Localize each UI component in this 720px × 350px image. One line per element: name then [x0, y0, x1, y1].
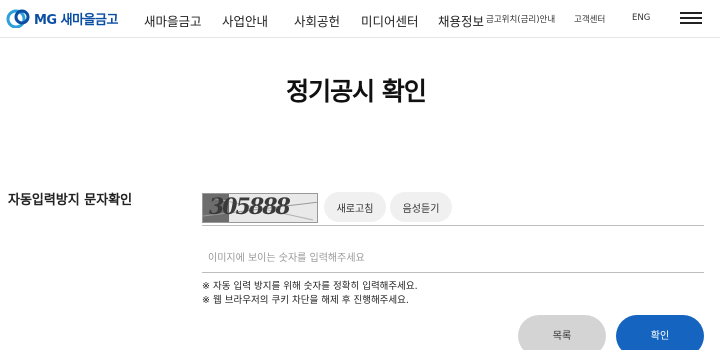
confirm-button[interactable]: 확인: [616, 315, 704, 350]
nav-item-social[interactable]: 사회공헌: [294, 11, 340, 30]
nav-item-saemaeul[interactable]: 새마을금고: [144, 11, 202, 30]
nav-item-locations[interactable]: 금고위치(금리)안내: [486, 13, 555, 25]
captcha-image: 305888: [202, 193, 318, 223]
logo-text: MG 새마을금고: [34, 12, 118, 28]
site-header: MG 새마을금고 새마을금고 사업안내 사회공헌 미디어센터 채용정보 금고위치…: [0, 0, 720, 38]
notice-text-2: ※ 웹 브라우저의 쿠키 차단을 해제 후 진행해주세요.: [202, 295, 409, 306]
input-underline: [202, 272, 704, 273]
logo[interactable]: MG 새마을금고: [6, 8, 118, 28]
nav-item-careers[interactable]: 채용정보: [438, 11, 484, 30]
captcha-audio-button[interactable]: 음성듣기: [390, 192, 452, 222]
list-button[interactable]: 목록: [518, 315, 606, 350]
nav-item-eng[interactable]: ENG: [632, 13, 650, 23]
captcha-section-label: 자동입력방지 문자확인: [8, 193, 133, 208]
captcha-refresh-button[interactable]: 새로고침: [324, 192, 386, 222]
nav-item-customer-center[interactable]: 고객센터: [574, 13, 605, 25]
nav-item-media[interactable]: 미디어센터: [361, 11, 419, 30]
mg-logo-icon: [6, 9, 30, 28]
notice-text-1: ※ 자동 입력 방지를 위해 숫자를 정확히 입력해주세요.: [202, 281, 418, 292]
page-title: 정기공시 확인: [286, 77, 427, 106]
captcha-input[interactable]: [202, 245, 702, 271]
hamburger-menu-icon[interactable]: [680, 12, 702, 24]
nav-item-business[interactable]: 사업안내: [222, 11, 268, 30]
captcha-divider: [202, 225, 704, 226]
captcha-text: 305888: [209, 194, 291, 220]
